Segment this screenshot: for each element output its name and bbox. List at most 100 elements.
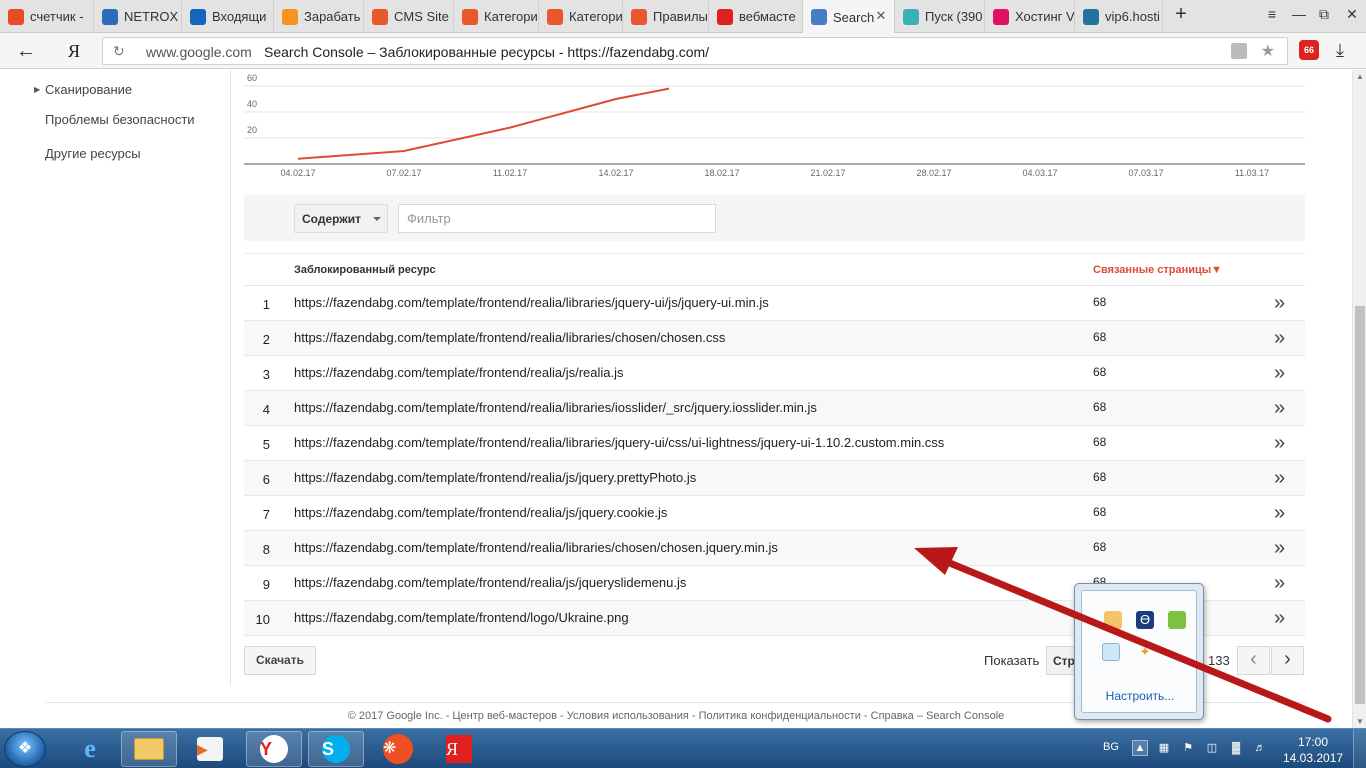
expand-caret-icon[interactable]: ▶ [34, 85, 40, 94]
action-center-icon[interactable]: ⚑ [1181, 741, 1195, 755]
scroll-up-icon[interactable]: ▲ [1356, 72, 1364, 81]
new-tab-button[interactable]: + [1169, 3, 1193, 25]
bookmark-star-icon[interactable]: ★ [1261, 41, 1275, 61]
yandex-icon[interactable]: Я [431, 731, 487, 767]
sidebar-item-security[interactable]: Проблемы безопасности [45, 112, 195, 127]
row-details-icon[interactable]: » [1274, 293, 1285, 313]
row-details-icon[interactable]: » [1274, 503, 1285, 523]
windows-flag-icon[interactable]: ▦ [1157, 741, 1171, 755]
row-details-icon[interactable]: » [1274, 398, 1285, 418]
mail-icon [190, 8, 206, 25]
media-player-icon[interactable]: ▶ [182, 731, 238, 767]
resource-url[interactable]: https://fazendabg.com/template/frontend/… [294, 295, 769, 310]
download-button[interactable]: Скачать [244, 646, 316, 675]
next-page-button[interactable]: › [1271, 646, 1304, 675]
sidebar-item-crawl[interactable]: Сканирование [45, 82, 132, 97]
browser-tab[interactable]: вебмасте [709, 0, 803, 33]
url-page-title: Search Console – Заблокированные ресурсы… [264, 44, 710, 60]
browser-tab[interactable]: CMS Site [364, 0, 454, 33]
back-arrow-icon[interactable]: ← [16, 40, 38, 62]
internet-explorer-icon[interactable]: e [62, 731, 118, 767]
volume-icon[interactable]: ♬ [1253, 741, 1267, 755]
prev-page-button[interactable]: ‹ [1237, 646, 1270, 675]
table-row[interactable]: 1 https://fazendabg.com/template/frontend… [244, 286, 1305, 321]
network-signal-icon[interactable]: ▓ [1229, 741, 1243, 755]
row-details-icon[interactable]: » [1274, 573, 1285, 593]
table-row[interactable]: 7 https://fazendabg.com/template/frontend… [244, 496, 1305, 531]
browser-tab[interactable]: Категори [454, 0, 539, 33]
filter-input[interactable] [398, 204, 716, 233]
show-hidden-icons-button[interactable]: ▲ [1132, 740, 1148, 756]
scroll-down-icon[interactable]: ▼ [1356, 717, 1364, 726]
table-row[interactable]: 5 https://fazendabg.com/template/frontend… [244, 426, 1305, 461]
row-details-icon[interactable]: » [1274, 363, 1285, 383]
sidebar-item-other-resources[interactable]: Другие ресурсы [45, 146, 141, 161]
keyboard-language[interactable]: BG [1103, 741, 1119, 753]
security-app-icon[interactable] [1168, 611, 1186, 629]
yandex-button[interactable]: Я [68, 40, 84, 62]
network-app-icon[interactable] [1102, 643, 1120, 661]
resource-url[interactable]: https://fazendabg.com/template/frontend/… [294, 435, 944, 450]
browser-tab[interactable]: vip6.hosti [1075, 0, 1163, 33]
browser-tab[interactable]: Входящи [182, 0, 274, 33]
device-icon[interactable]: ◫ [1205, 741, 1219, 755]
restore-icon[interactable]: ⧉ [1312, 6, 1336, 26]
tray-configure-link[interactable]: Настроить... [1082, 689, 1198, 703]
address-bar[interactable]: ↻ www.google.com Search Console – Заблок… [102, 37, 1288, 65]
menu-icon[interactable]: ≡ [1260, 6, 1284, 26]
browser-tab[interactable]: Search ✕ [803, 0, 895, 34]
lock-icon[interactable] [1231, 43, 1247, 59]
tray-app-icon[interactable] [1104, 611, 1122, 629]
minimize-icon[interactable]: — [1287, 6, 1311, 26]
linked-pages-count: 68 [1093, 435, 1107, 449]
table-row[interactable]: 2 https://fazendabg.com/template/frontend… [244, 321, 1305, 356]
row-details-icon[interactable]: » [1274, 328, 1285, 348]
browser-tab[interactable]: Пуск (390 [895, 0, 985, 33]
row-details-icon[interactable]: » [1274, 538, 1285, 558]
table-row[interactable]: 6 https://fazendabg.com/template/frontend… [244, 461, 1305, 496]
row-details-icon[interactable]: » [1274, 608, 1285, 628]
resource-url[interactable]: https://fazendabg.com/template/frontend/… [294, 400, 817, 415]
resource-url[interactable]: https://fazendabg.com/template/frontend/… [294, 470, 696, 485]
reload-icon[interactable]: ↻ [113, 43, 125, 60]
skype-icon[interactable]: S [308, 731, 364, 767]
close-tab-icon[interactable]: ✕ [874, 9, 888, 23]
wordpress-icon [1083, 8, 1099, 25]
clock-time: 17:00 [1297, 735, 1329, 749]
browser-tab[interactable]: Зарабать [274, 0, 364, 33]
row-number: 5 [262, 437, 270, 452]
resource-url[interactable]: https://fazendabg.com/template/frontend/… [294, 540, 778, 555]
clock[interactable]: 17:00 14.03.2017 [1283, 734, 1343, 766]
column-header-resource[interactable]: Заблокированный ресурс [294, 264, 436, 276]
scroll-thumb[interactable] [1355, 306, 1365, 704]
yandex-browser-icon[interactable]: Y [246, 731, 302, 767]
filter-condition-select[interactable]: Содержит [294, 204, 388, 233]
column-header-linked-pages[interactable]: Связанные страницы▼ [1093, 264, 1222, 276]
extension-icon[interactable]: 66 [1299, 40, 1319, 60]
table-row[interactable]: 3 https://fazendabg.com/template/frontend… [244, 356, 1305, 391]
dropdown-caret-icon [373, 217, 381, 221]
show-desktop-button[interactable] [1353, 729, 1366, 768]
table-row[interactable]: 4 https://fazendabg.com/template/frontend… [244, 391, 1305, 426]
resource-url[interactable]: https://fazendabg.com/template/frontend/… [294, 365, 624, 380]
table-row[interactable]: 8 https://fazendabg.com/template/frontend… [244, 531, 1305, 566]
browser-tab[interactable]: Категори [539, 0, 623, 33]
download-icon[interactable]: ⤓ [1336, 40, 1344, 61]
row-details-icon[interactable]: » [1274, 468, 1285, 488]
file-explorer-icon[interactable] [121, 731, 177, 767]
bluetooth-icon[interactable]: ϴ [1136, 611, 1154, 629]
app-icon-orange[interactable]: ❋ [370, 731, 426, 767]
close-window-icon[interactable]: ✕ [1340, 6, 1364, 26]
browser-tab[interactable]: счетчик - [0, 0, 94, 33]
browser-tab[interactable]: Правилы [623, 0, 709, 33]
browser-tab[interactable]: NETROX - [94, 0, 182, 33]
browser-tab[interactable]: Хостинг V [985, 0, 1075, 33]
sync-app-icon[interactable]: ✦ [1136, 643, 1154, 661]
resource-url[interactable]: https://fazendabg.com/template/frontend/… [294, 575, 686, 590]
resource-url[interactable]: https://fazendabg.com/template/frontend/… [294, 610, 629, 625]
row-details-icon[interactable]: » [1274, 433, 1285, 453]
resource-url[interactable]: https://fazendabg.com/template/frontend/… [294, 505, 667, 520]
resource-url[interactable]: https://fazendabg.com/template/frontend/… [294, 330, 725, 345]
start-button[interactable]: ❖ [4, 731, 46, 767]
page-scrollbar[interactable]: ▲ ▼ [1352, 70, 1366, 728]
